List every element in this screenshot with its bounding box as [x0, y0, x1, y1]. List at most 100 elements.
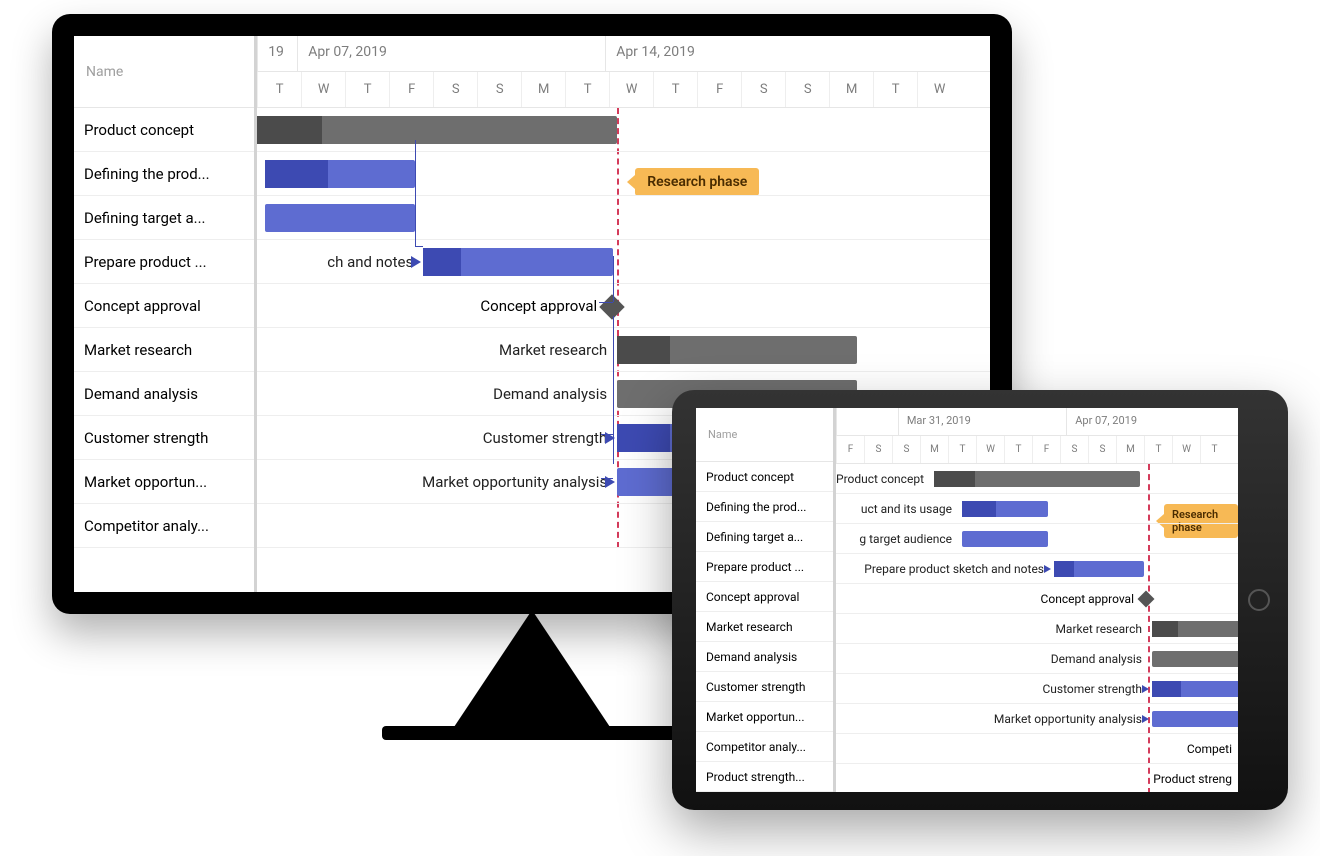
task-bar[interactable]: Market opportunity analysis — [1152, 711, 1238, 727]
task-bar[interactable]: g target audience — [962, 531, 1048, 547]
day-header: W — [976, 436, 1004, 463]
task-name-rows: Product conceptDefining the prod...Defin… — [696, 462, 833, 792]
task-name[interactable]: Defining the prod... — [74, 152, 254, 196]
timeline-column[interactable]: Mar 31, 2019 Apr 07, 2019 FSSMTWTFSSMTWT… — [836, 408, 1238, 792]
task-name[interactable]: Defining target a... — [696, 522, 833, 552]
task-progress — [617, 424, 670, 452]
task-name[interactable]: Concept approval — [696, 582, 833, 612]
day-header: W — [301, 72, 345, 107]
week-label: Apr 07, 2019 — [297, 36, 605, 71]
task-name[interactable]: Prepare product ... — [696, 552, 833, 582]
chart-row[interactable]: Market opportunity analysis — [836, 704, 1238, 734]
day-header: F — [1032, 436, 1060, 463]
task-name[interactable]: Competitor analy... — [696, 732, 833, 762]
chart-row[interactable] — [257, 108, 990, 152]
task-bar-label: Market opportunity analysis — [422, 473, 607, 491]
task-bar-label: ch and notes — [327, 253, 413, 271]
day-header: T — [565, 72, 609, 107]
timeline-weeks-row: 19 Apr 07, 2019 Apr 14, 2019 — [257, 36, 990, 72]
task-bar[interactable] — [265, 160, 415, 188]
task-name[interactable]: Customer strength — [74, 416, 254, 460]
milestone-label: Concept approval — [1041, 592, 1134, 606]
task-bar[interactable]: uct and its usage — [962, 501, 1048, 517]
task-bar[interactable]: ch and notes — [423, 248, 613, 276]
chart-row[interactable]: Competi — [836, 734, 1238, 764]
task-bar[interactable] — [257, 116, 617, 144]
day-header: S — [1088, 436, 1116, 463]
dependency-connector — [613, 316, 614, 464]
task-name[interactable]: Prepare product ... — [74, 240, 254, 284]
chart-row[interactable]: uct and its usage — [836, 494, 1238, 524]
task-name[interactable]: Product concept — [74, 108, 254, 152]
name-column-header: Name — [696, 408, 833, 462]
name-column-header: Name — [74, 36, 254, 108]
day-header: S — [1060, 436, 1088, 463]
gantt-chart-tablet[interactable]: Name Product conceptDefining the prod...… — [696, 408, 1238, 792]
task-bar[interactable]: Product concept — [934, 471, 1140, 487]
day-header: S — [477, 72, 521, 107]
task-name[interactable]: Product strength... — [696, 762, 833, 792]
task-name[interactable]: Concept approval — [74, 284, 254, 328]
task-name[interactable]: Demand analysis — [696, 642, 833, 672]
day-header: S — [864, 436, 892, 463]
task-name[interactable]: Market research — [696, 612, 833, 642]
chart-row[interactable]: Product concept — [836, 464, 1238, 494]
milestone-label: Concept approval — [480, 297, 597, 315]
dependency-arrow-icon — [1142, 715, 1149, 723]
week-gap — [836, 408, 898, 435]
dependency-connector — [601, 478, 613, 479]
task-name[interactable]: Competitor analy... — [74, 504, 254, 548]
task-progress — [257, 116, 322, 144]
chart-row[interactable]: Concept approval — [836, 584, 1238, 614]
day-header: T — [653, 72, 697, 107]
task-bar[interactable]: Demand analysis — [1152, 651, 1238, 667]
chart-row[interactable]: g target audience — [836, 524, 1238, 554]
task-progress — [265, 160, 328, 188]
day-header: W — [1172, 436, 1200, 463]
chart-row[interactable]: ch and notes — [257, 240, 990, 284]
chart-row[interactable]: Product streng — [836, 764, 1238, 792]
task-bar[interactable]: Customer strength — [1152, 681, 1238, 697]
chart-row[interactable]: Market research — [836, 614, 1238, 644]
chart-row[interactable]: Market research — [257, 328, 990, 372]
milestone-diamond-icon[interactable] — [599, 294, 624, 319]
milestone-diamond-icon[interactable] — [1138, 591, 1155, 608]
task-bar[interactable]: Market research — [1152, 621, 1238, 637]
tablet-device: Name Product conceptDefining the prod...… — [672, 390, 1288, 810]
overflow-task-label: Product streng — [1153, 772, 1232, 786]
chart-row[interactable]: Demand analysis — [836, 644, 1238, 674]
monitor-stand — [452, 610, 612, 730]
task-name[interactable]: Demand analysis — [74, 372, 254, 416]
task-bar-label: Market opportunity analysis — [994, 712, 1142, 726]
task-name[interactable]: Defining the prod... — [696, 492, 833, 522]
day-header: F — [389, 72, 433, 107]
chart-row[interactable]: Concept approval — [257, 284, 990, 328]
week-partial-label: 19 — [257, 36, 297, 71]
chart-row[interactable] — [257, 152, 990, 196]
tablet-screen: Name Product conceptDefining the prod...… — [696, 408, 1238, 792]
task-name[interactable]: Market opportun... — [696, 702, 833, 732]
task-bar[interactable]: Market research — [617, 336, 857, 364]
day-header: W — [609, 72, 653, 107]
monitor-base — [382, 726, 682, 740]
task-bar[interactable] — [265, 204, 415, 232]
dependency-arrow-icon — [1044, 565, 1051, 573]
day-header: S — [741, 72, 785, 107]
task-name[interactable]: Market research — [74, 328, 254, 372]
chart-row[interactable]: Customer strength — [836, 674, 1238, 704]
task-bar[interactable]: Prepare product sketch and notes — [1054, 561, 1144, 577]
chart-row[interactable] — [257, 196, 990, 240]
task-name[interactable]: Market opportun... — [74, 460, 254, 504]
chart-row[interactable]: Prepare product sketch and notes — [836, 554, 1238, 584]
task-name-rows: Product conceptDefining the prod...Defin… — [74, 108, 254, 548]
day-header: T — [257, 72, 301, 107]
day-header: S — [892, 436, 920, 463]
tablet-home-button[interactable] — [1248, 589, 1270, 611]
task-progress — [1152, 681, 1181, 697]
week-label: Mar 31, 2019 — [898, 408, 1066, 435]
task-progress — [423, 248, 461, 276]
task-name[interactable]: Product concept — [696, 462, 833, 492]
task-bar-label: Demand analysis — [1051, 652, 1142, 666]
task-name[interactable]: Defining target a... — [74, 196, 254, 240]
task-name[interactable]: Customer strength — [696, 672, 833, 702]
